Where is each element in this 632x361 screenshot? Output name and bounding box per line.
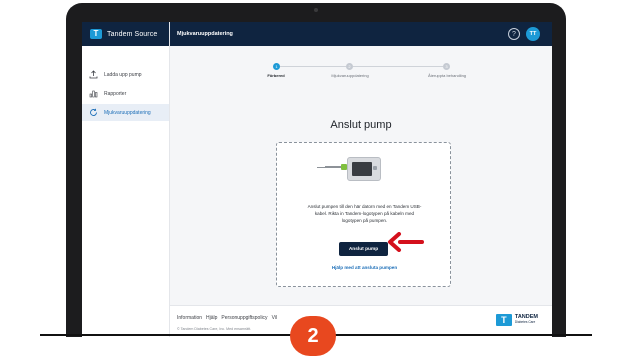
sidebar-item-reports[interactable]: Rapporter [82, 85, 169, 102]
pump-screen [352, 162, 372, 176]
step-3-indicator: 3 [443, 63, 450, 70]
sidebar-item-label: Mjukvaruuppdatering [104, 109, 151, 116]
footer: Information Hjälp Personuppgiftspolicy V… [170, 305, 552, 337]
sidebar-item-label: Ladda upp pump [104, 71, 142, 78]
footer-link-terms[interactable]: Vil [272, 315, 277, 321]
page-title: Anslut pump [330, 119, 392, 131]
sidebar-item-label: Rapporter [104, 90, 127, 97]
insulin-pump-illustration [347, 157, 381, 181]
sidebar-item-software-update[interactable]: Mjukvaruuppdatering [82, 104, 169, 121]
pointer-arrow-icon [388, 232, 424, 252]
step-1-indicator: 1 [273, 63, 280, 70]
step-2-label: Mjukvaruuppdatering [331, 73, 369, 78]
sidebar: T Tandem Source Ladda upp pump Rapporter [82, 22, 170, 337]
refresh-icon [89, 108, 98, 117]
progress-stepper: 1 Förbered 2 Mjukvaruuppdatering 3 Återu… [170, 54, 552, 78]
connect-pump-button[interactable]: Anslut pump [339, 242, 388, 256]
tandem-logo-icon: T [495, 314, 512, 326]
page-header-title: Mjukvaruuppdatering [177, 31, 233, 37]
step-connector [353, 66, 443, 67]
avatar[interactable]: TT [526, 27, 540, 41]
brand-logo[interactable]: T Tandem Source [82, 22, 169, 46]
step-number-badge: 2 [290, 316, 336, 356]
connect-pump-panel: Anslut pumpen till den här datorn med en… [276, 142, 451, 287]
upload-icon [89, 70, 98, 79]
footer-logo: T TANDEM Diabetes Care [495, 314, 538, 326]
pump-button [373, 166, 377, 170]
usb-cable-illustration [317, 167, 325, 168]
tutorial-frame: T Tandem Source Ladda upp pump Rapporter [0, 0, 632, 361]
app-screen: T Tandem Source Ladda upp pump Rapporter [82, 22, 552, 337]
sidebar-item-upload-pump[interactable]: Ladda upp pump [82, 66, 169, 83]
laptop-camera [314, 8, 318, 12]
copyright: © Tandem Diabetes Care, Inc. Med ensamrä… [177, 327, 252, 331]
footer-link-information[interactable]: Information [177, 315, 202, 321]
brand-name: Tandem Source [107, 30, 158, 38]
step-connector [280, 66, 346, 67]
main-content: 1 Förbered 2 Mjukvaruuppdatering 3 Återu… [170, 46, 552, 337]
footer-link-help[interactable]: Hjälp [206, 315, 217, 321]
footer-links: Information Hjälp Personuppgiftspolicy V… [177, 315, 277, 321]
question-circle-icon[interactable]: ? [508, 28, 520, 40]
top-bar: Mjukvaruuppdatering ? TT [170, 22, 552, 46]
footer-link-privacy[interactable]: Personuppgiftspolicy [221, 315, 267, 321]
step-1-label: Förbered [267, 73, 285, 78]
footer-logo-subtitle: Diabetes Care [514, 320, 536, 324]
bar-chart-icon [89, 89, 98, 98]
connect-instructions: Anslut pumpen till den här datorn med en… [307, 204, 422, 223]
step-3-label: Återuppta behandling [427, 73, 467, 78]
step-2-indicator: 2 [346, 63, 353, 70]
tandem-logo-icon: T [90, 29, 102, 39]
connect-help-link[interactable]: Hjälp med att ansluta pumpen [277, 265, 452, 270]
